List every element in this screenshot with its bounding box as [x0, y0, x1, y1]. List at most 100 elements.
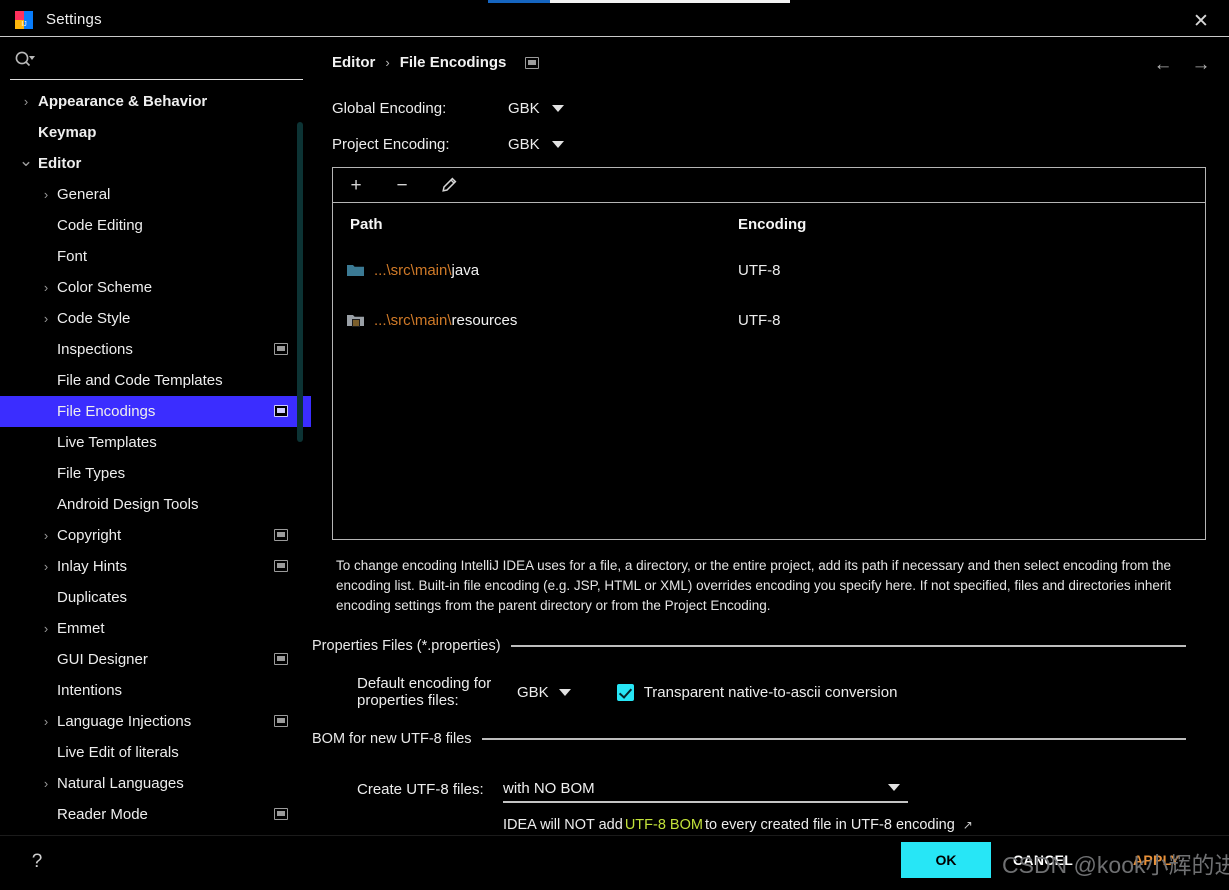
table-toolbar: + − — [333, 168, 1205, 203]
column-header-encoding[interactable]: Encoding — [738, 216, 1038, 233]
bom-hint: IDEA will NOT add UTF-8 BOM to every cre… — [503, 817, 973, 833]
sidebar-item-label: Android Design Tools — [57, 496, 199, 513]
apply-button[interactable]: APPLY — [1133, 852, 1180, 868]
remove-mapping-button[interactable]: − — [391, 174, 413, 196]
sidebar-item-general[interactable]: › General — [0, 179, 311, 210]
project-encoding-label: Project Encoding: — [332, 136, 450, 153]
sidebar-item-duplicates[interactable]: Duplicates — [0, 582, 311, 613]
folder-icon — [347, 263, 364, 277]
column-header-path[interactable]: Path — [333, 216, 738, 233]
chevron-down-icon[interactable]: ⌄ — [18, 151, 34, 170]
table-header-row: Path Encoding — [333, 203, 1205, 245]
sidebar-item-label: Emmet — [57, 620, 105, 637]
chevron-right-icon[interactable]: › — [38, 621, 54, 637]
help-button[interactable]: ? — [26, 850, 48, 874]
sidebar-item-label: Reader Mode — [57, 806, 148, 823]
sidebar-item-label: General — [57, 186, 111, 203]
sidebar-item-inspections[interactable]: Inspections — [0, 334, 311, 365]
project-encoding-dropdown[interactable]: GBK — [508, 136, 564, 153]
cell-encoding[interactable]: UTF-8 — [738, 312, 1038, 329]
encoding-mappings-table: + − Path Encoding ...\src\main\java UTF-8… — [332, 167, 1206, 540]
sidebar-item-label: GUI Designer — [57, 651, 148, 668]
sidebar-item-label: Font — [57, 248, 88, 265]
chevron-right-icon[interactable]: › — [38, 280, 54, 296]
sidebar-item-inlay-hints[interactable]: › Inlay Hints — [0, 551, 311, 582]
properties-default-encoding-label: Default encoding for properties files: — [357, 675, 492, 709]
sidebar-item-code-style[interactable]: › Code Style — [0, 303, 311, 334]
sidebar-item-intentions[interactable]: Intentions — [0, 675, 311, 706]
sidebar-item-color-scheme[interactable]: › Color Scheme — [0, 272, 311, 303]
properties-default-encoding-dropdown[interactable]: GBK — [517, 684, 571, 701]
path-last-segment: resources — [451, 311, 518, 329]
bom-group-header: BOM for new UTF-8 files — [312, 731, 1186, 747]
sidebar-item-language-injections[interactable]: › Language Injections — [0, 706, 311, 737]
sidebar-item-live-templates[interactable]: Live Templates — [0, 427, 311, 458]
arrow-left-icon[interactable]: ← — [1151, 53, 1175, 77]
sidebar-item-gui-designer[interactable]: GUI Designer — [0, 644, 311, 675]
sidebar-item-label: Language Injections — [57, 713, 192, 730]
table-row[interactable]: ...\src\main\resources UTF-8 — [333, 295, 1205, 345]
search-icon[interactable] — [14, 49, 42, 69]
sidebar-item-copyright[interactable]: › Copyright — [0, 520, 311, 551]
sidebar-item-file-types[interactable]: File Types — [0, 458, 311, 489]
sidebar-item-label: Editor — [38, 155, 82, 172]
search-input[interactable] — [46, 47, 296, 71]
bom-hint-highlight: UTF-8 BOM — [624, 817, 703, 833]
cell-encoding[interactable]: UTF-8 — [738, 262, 1038, 279]
sidebar-item-android-design-tools[interactable]: Android Design Tools — [0, 489, 311, 520]
project-scope-icon — [274, 653, 288, 665]
sidebar-item-natural-languages[interactable]: › Natural Languages — [0, 768, 311, 799]
chevron-right-icon[interactable]: › — [18, 94, 34, 110]
sidebar-item-label: Live Templates — [57, 434, 157, 451]
pencil-icon[interactable] — [437, 174, 459, 196]
path-last-segment: java — [451, 261, 480, 279]
title-bar: IJ Settings ✕ — [0, 3, 1229, 37]
chevron-right-icon[interactable]: › — [38, 559, 54, 575]
sidebar-item-appearance-behavior[interactable]: › Appearance & Behavior — [0, 86, 311, 117]
cancel-button[interactable]: CANCEL — [1013, 852, 1073, 868]
intellij-idea-icon: IJ — [15, 10, 33, 29]
chevron-right-icon[interactable]: › — [38, 714, 54, 730]
project-scope-icon — [274, 715, 288, 727]
global-encoding-dropdown[interactable]: GBK — [508, 100, 564, 117]
chevron-right-icon[interactable]: › — [38, 311, 54, 327]
sidebar-item-font[interactable]: Font — [0, 241, 311, 272]
chevron-right-icon[interactable]: › — [38, 528, 54, 544]
search-row — [10, 38, 303, 80]
sidebar-item-keymap[interactable]: Keymap — [0, 117, 311, 148]
ok-button[interactable]: OK — [901, 842, 991, 878]
sidebar-item-file-and-code-templates[interactable]: File and Code Templates — [0, 365, 311, 396]
settings-sidebar: › Appearance & Behavior Keymap ⌄ Editor › Gene… — [0, 38, 311, 835]
bom-group-title: BOM for new UTF-8 files — [312, 731, 472, 747]
checkbox-checkmark-icon — [616, 683, 634, 701]
breadcrumb-parent[interactable]: Editor — [332, 54, 375, 71]
external-link-icon[interactable]: ↗ — [963, 818, 973, 832]
project-encoding-row: Project Encoding: GBK — [332, 136, 564, 153]
transparent-native-to-ascii-label: Transparent native-to-ascii conversion — [643, 683, 898, 701]
resources-folder-icon — [347, 313, 364, 327]
chevron-right-icon[interactable]: › — [38, 187, 54, 203]
settings-dialog: IJ Settings ✕ › Appearance & Behavior Keym… — [0, 0, 1229, 890]
sidebar-scrollbar[interactable] — [297, 122, 303, 442]
create-utf8-files-label: Create UTF-8 files: — [357, 780, 484, 798]
sidebar-item-editor[interactable]: ⌄ Editor — [0, 148, 311, 179]
table-row[interactable]: ...\src\main\java UTF-8 — [333, 245, 1205, 295]
arrow-right-icon[interactable]: → — [1189, 53, 1213, 77]
sidebar-item-reader-mode[interactable]: Reader Mode — [0, 799, 311, 830]
content-pane: Editor › File Encodings ← → Global Encod… — [311, 38, 1229, 835]
properties-default-encoding-row: Default encoding for properties files: G… — [357, 675, 897, 709]
sidebar-item-code-editing[interactable]: Code Editing — [0, 210, 311, 241]
create-utf8-files-dropdown[interactable]: with NO BOM — [503, 775, 908, 803]
sidebar-item-live-edit-of-literals[interactable]: Live Edit of literals — [0, 737, 311, 768]
chevron-right-icon[interactable]: › — [38, 776, 54, 792]
sidebar-item-file-encodings[interactable]: File Encodings — [0, 396, 311, 427]
project-scope-icon — [274, 343, 288, 355]
add-mapping-button[interactable]: + — [345, 174, 367, 196]
close-icon[interactable]: ✕ — [1189, 9, 1213, 33]
project-scope-icon — [274, 529, 288, 541]
project-scope-icon — [274, 808, 288, 820]
sidebar-item-label: Color Scheme — [57, 279, 153, 296]
transparent-native-to-ascii-checkbox[interactable]: Transparent native-to-ascii conversion — [616, 683, 898, 701]
sidebar-item-emmet[interactable]: › Emmet — [0, 613, 311, 644]
window-title: Settings — [46, 11, 102, 28]
